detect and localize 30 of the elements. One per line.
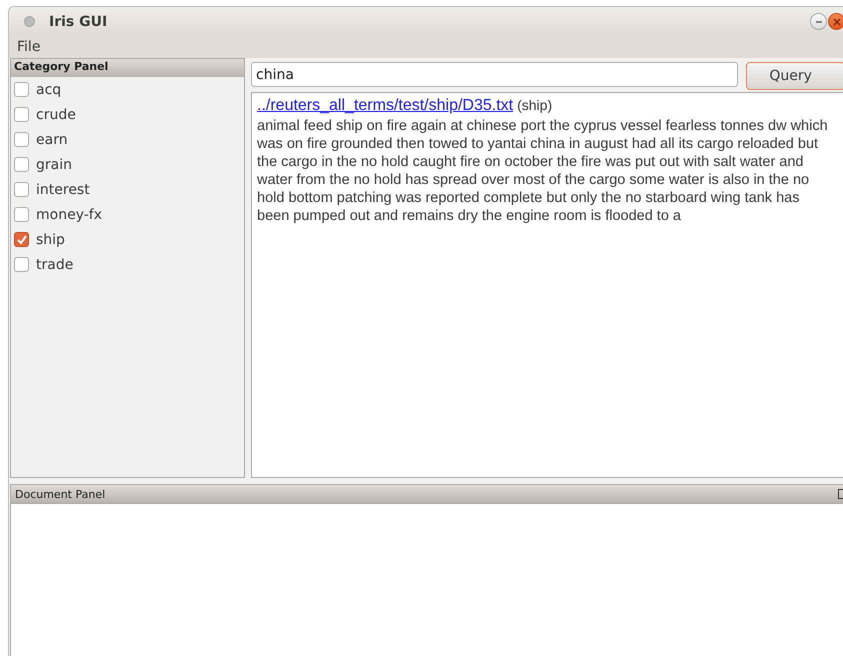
checkbox[interactable] <box>14 232 29 247</box>
category-label: ship <box>36 232 65 248</box>
category-label: money-fx <box>36 206 102 222</box>
menu-item[interactable]: File <box>13 39 44 55</box>
category-label: earn <box>36 132 68 148</box>
checkbox[interactable] <box>14 182 29 197</box>
checkbox[interactable] <box>14 107 29 122</box>
checkbox[interactable] <box>14 157 29 172</box>
checkbox[interactable] <box>14 82 29 97</box>
document-link[interactable]: ../reuters_all_terms/test/ship/D35.txt <box>257 97 514 115</box>
category-label: grain <box>36 156 72 172</box>
minimize-button[interactable] <box>810 13 827 30</box>
category-label: interest <box>36 182 90 198</box>
window-title: Iris GUI <box>49 14 108 30</box>
checkbox[interactable] <box>14 132 29 147</box>
query-button[interactable]: Query <box>746 62 843 90</box>
category-label: acq <box>36 82 62 98</box>
category-label: crude <box>36 106 76 122</box>
panel-float-icon[interactable] <box>838 489 843 499</box>
category-label: trade <box>36 256 74 272</box>
result-snippet: animal feed ship on fire again at chinese port the cyprus vessel fearless tonnes dw which was on fire grounded then towed to yantai china in august had all its cargo reloaded but the cargo in the no hold caught fire on october the fire was put out with salt water and water from the no hold has spread over most of the cargo some water is also in the no hold bottom patching was reported complete but only the no starboard wing tank has been pumped out and remains dry the engine room is flooded to a <box>257 117 829 225</box>
panel-title: Document Panel <box>15 488 106 500</box>
window-dot-icon <box>24 16 35 27</box>
search-field[interactable]: china <box>251 62 738 87</box>
result-category: (ship) <box>517 97 552 113</box>
panel-header: Category Panel <box>11 59 244 77</box>
checkbox[interactable] <box>14 257 29 272</box>
close-button[interactable] <box>828 13 843 30</box>
checkbox[interactable] <box>14 207 29 222</box>
close-icon <box>832 18 840 26</box>
